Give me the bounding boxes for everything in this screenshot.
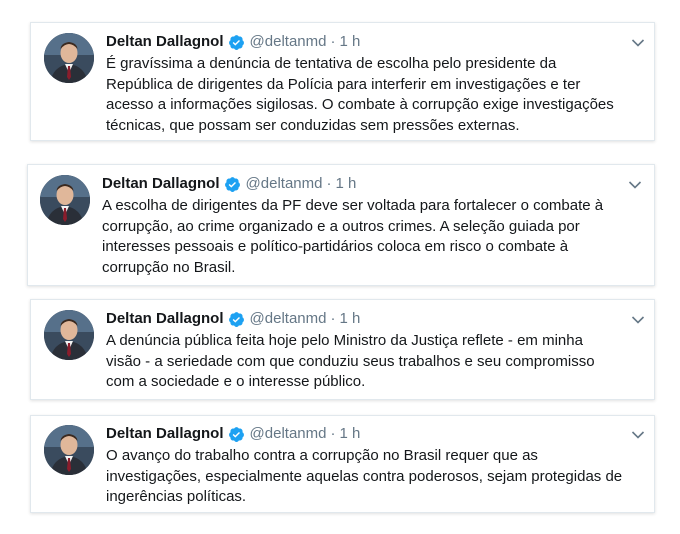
timestamp[interactable]: 1 h <box>339 32 360 52</box>
chevron-down-icon[interactable] <box>631 35 645 47</box>
author-handle[interactable]: @deltanmd <box>246 174 323 194</box>
profile-photo-icon <box>40 175 90 225</box>
tweet-card[interactable]: Deltan Dallagnol @deltanmd · 1 h É graví… <box>30 22 655 141</box>
tweet-text: É gravíssima a denúncia de tentativa de … <box>106 55 614 134</box>
avatar[interactable] <box>44 425 94 475</box>
avatar[interactable] <box>40 175 90 225</box>
timestamp[interactable]: 1 h <box>339 309 360 329</box>
author-name[interactable]: Deltan Dallagnol <box>106 309 224 329</box>
author-name[interactable]: Deltan Dallagnol <box>106 424 224 444</box>
separator-dot: · <box>330 310 336 327</box>
tweet-card[interactable]: Deltan Dallagnol @deltanmd · 1 h A denún… <box>30 299 655 400</box>
profile-photo-icon <box>44 33 94 83</box>
separator-dot: · <box>330 33 336 50</box>
tweet-header: Deltan Dallagnol @deltanmd · 1 h <box>106 424 360 444</box>
chevron-down-icon[interactable] <box>631 427 645 439</box>
tweet-text: O avanço do trabalho contra a corrupção … <box>106 447 623 505</box>
verified-badge-icon <box>228 426 245 443</box>
timestamp[interactable]: 1 h <box>335 174 356 194</box>
tweet-header: Deltan Dallagnol @deltanmd · 1 h <box>106 32 360 52</box>
tweet-card[interactable]: Deltan Dallagnol @deltanmd · 1 h O avanç… <box>30 415 655 513</box>
timestamp[interactable]: 1 h <box>339 424 360 444</box>
verified-badge-icon <box>228 311 245 328</box>
verified-badge-icon <box>224 176 241 193</box>
separator-dot: · <box>326 175 332 192</box>
profile-photo-icon <box>44 425 94 475</box>
author-handle[interactable]: @deltanmd <box>250 309 327 329</box>
author-name[interactable]: Deltan Dallagnol <box>102 174 220 194</box>
chevron-down-icon[interactable] <box>628 177 642 189</box>
profile-photo-icon <box>44 310 94 360</box>
separator-dot: · <box>330 425 336 442</box>
author-name[interactable]: Deltan Dallagnol <box>106 32 224 52</box>
verified-badge-icon <box>228 34 245 51</box>
tweet-text: A denúncia pública feita hoje pelo Minis… <box>106 332 595 390</box>
tweet-header: Deltan Dallagnol @deltanmd · 1 h <box>106 309 360 329</box>
author-handle[interactable]: @deltanmd <box>250 32 327 52</box>
avatar[interactable] <box>44 33 94 83</box>
chevron-down-icon[interactable] <box>631 312 645 324</box>
tweet-text: A escolha de dirigentes da PF deve ser v… <box>102 197 604 276</box>
avatar[interactable] <box>44 310 94 360</box>
tweet-header: Deltan Dallagnol @deltanmd · 1 h <box>102 174 356 194</box>
author-handle[interactable]: @deltanmd <box>250 424 327 444</box>
tweet-card[interactable]: Deltan Dallagnol @deltanmd · 1 h A escol… <box>27 164 655 286</box>
